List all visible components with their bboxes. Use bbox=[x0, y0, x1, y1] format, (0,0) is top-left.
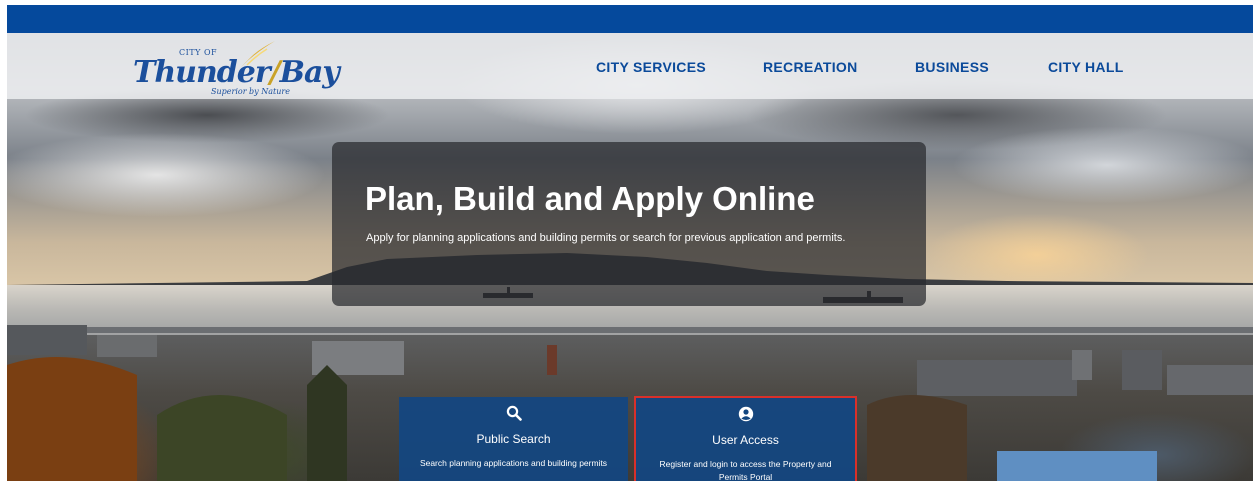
lightning-flame-icon bbox=[241, 41, 275, 67]
site-header: CITY OF Thunder/Bay Superior by Nature C… bbox=[7, 33, 1253, 99]
public-search-card[interactable]: Public Search Search planning applicatio… bbox=[399, 397, 628, 481]
user-access-card[interactable]: User Access Register and login to access… bbox=[634, 396, 857, 481]
public-search-title: Public Search bbox=[476, 432, 551, 446]
city-logo[interactable]: CITY OF Thunder/Bay Superior by Nature bbox=[133, 41, 340, 97]
page-frame: CITY OF Thunder/Bay Superior by Nature C… bbox=[7, 5, 1253, 481]
city-buildings bbox=[7, 325, 1253, 481]
nav-city-services[interactable]: CITY SERVICES bbox=[596, 59, 706, 75]
user-access-title: User Access bbox=[712, 433, 779, 447]
nav-city-hall[interactable]: CITY HALL bbox=[1048, 59, 1124, 75]
nav-business[interactable]: BUSINESS bbox=[915, 59, 989, 75]
user-access-description: Register and login to access the Propert… bbox=[659, 459, 832, 481]
user-circle-icon bbox=[738, 406, 753, 422]
public-search-description: Search planning applications and buildin… bbox=[419, 458, 608, 468]
hero-title: Plan, Build and Apply Online bbox=[365, 180, 815, 217]
hero-subtitle: Apply for planning applications and buil… bbox=[366, 232, 846, 244]
search-icon bbox=[506, 405, 522, 421]
hero-panel: Plan, Build and Apply Online Apply for p… bbox=[332, 142, 926, 306]
logo-name-bay: Bay bbox=[279, 55, 340, 90]
logo-tagline: Superior by Nature bbox=[211, 87, 290, 96]
top-bar bbox=[7, 5, 1253, 33]
nav-recreation[interactable]: RECREATION bbox=[763, 59, 858, 75]
logo-wordmark: Thunder/Bay bbox=[133, 55, 340, 90]
